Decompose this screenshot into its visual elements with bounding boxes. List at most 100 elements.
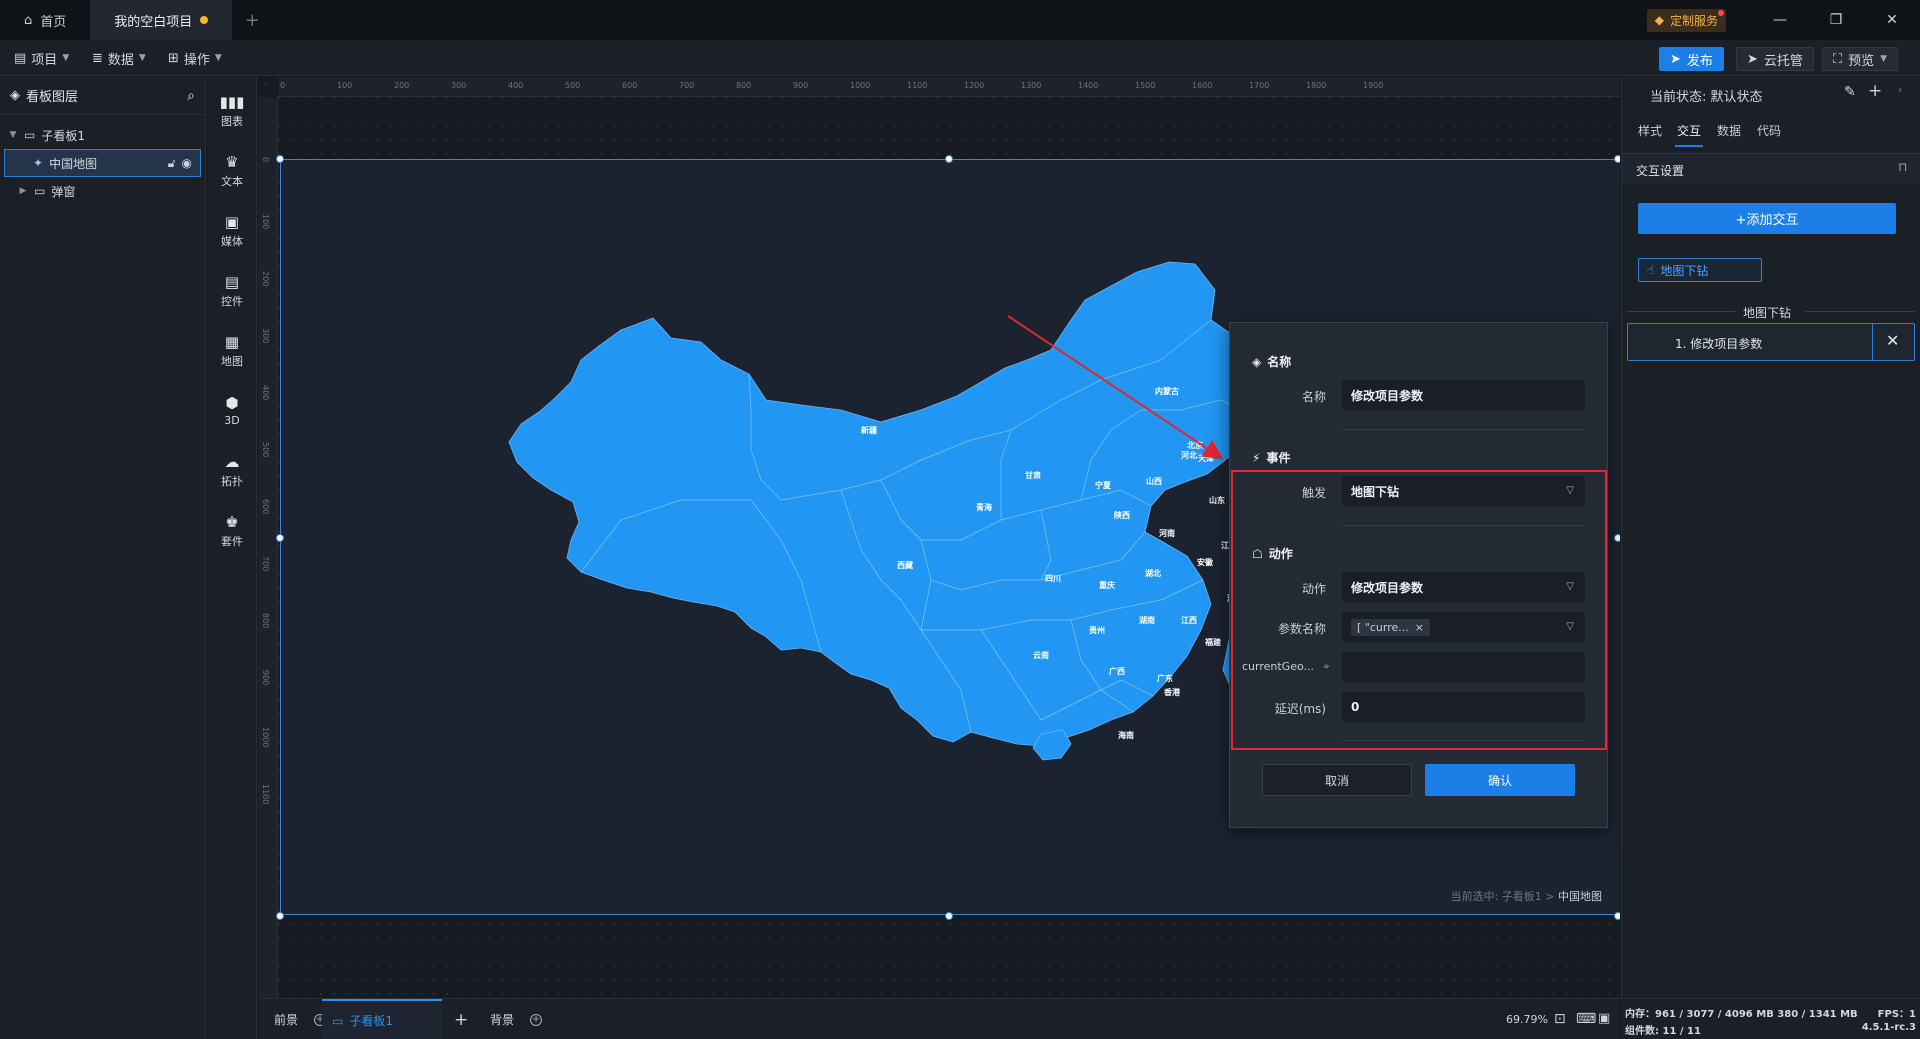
param-select[interactable]: [ "curre... × ▽ [1342,612,1585,642]
cancel-button[interactable]: 取消 [1262,764,1412,796]
close-window-button[interactable]: ✕ [1864,0,1920,40]
tool-controls[interactable]: ▤ 控件 [207,261,257,321]
cloud-hosting-button[interactable]: ➤ 云托管 [1736,47,1814,71]
name-input[interactable]: 修改项目参数 [1342,380,1585,410]
interaction-tag[interactable]: ☝︎ 地图下钻 [1638,258,1762,282]
tool-kit[interactable]: ♚ 套件 [207,501,257,561]
tool-label: 地图 [221,354,243,368]
unlock-icon[interactable]: 🔓︎ [168,156,176,171]
controls-icon: ▤ [224,272,240,291]
window-icon: ▭ [34,184,46,198]
pin-icon[interactable]: ⌖ [1323,659,1330,674]
layers-title: 看板图层 [26,90,79,105]
tag-close-icon[interactable]: × [1415,621,1424,634]
chevron-down-icon: ▼ [62,53,70,63]
tool-3d[interactable]: ⬢ 3D [207,381,257,441]
custom-service-button[interactable]: ◆ 定制服务 [1646,8,1726,32]
tab-data[interactable]: 数据 [1717,122,1741,139]
layer-row-popup[interactable]: ▶ ▭ 弹窗 [0,177,205,205]
tab-code[interactable]: 代码 [1757,122,1781,139]
tool-map[interactable]: ▦ 地图 [207,321,257,381]
tool-chart[interactable]: ▮▮▮ 图表 [207,81,257,141]
interaction-settings-header: 交互设置 ⊓ [1622,154,1920,184]
menu-data-label: 数据 [107,52,134,68]
publish-label: 发布 [1686,53,1713,69]
menu-operate[interactable]: ⊞ 操作 ▼ [168,40,222,76]
tab-home[interactable]: ⌂ 首页 [0,0,90,40]
trigger-value: 地图下钻 [1351,484,1400,499]
add-board-button[interactable]: + [454,999,468,1039]
memory-status: 内存：961 / 3077 / 4096 MB 380 / 1341 MB [1625,1009,1858,1020]
tool-label: 媒体 [221,234,243,248]
add-interaction-button[interactable]: +添加交互 [1638,203,1896,234]
zoom-value: 69.79% [1506,1013,1548,1026]
component-toolstrip: ▮▮▮ 图表 ♛ 文本 ▣ 媒体 ▤ 控件 ▦ 地图 ⬢ 3D ☁ 拓扑 ♚ 套件 [207,77,257,1039]
menu-data[interactable]: ≣ 数据 ▼ [92,40,146,76]
notification-dot-icon [1718,9,1724,16]
tool-text[interactable]: ♛ 文本 [207,141,257,201]
tab-board[interactable]: ▭ 子看板1 [322,999,442,1039]
bar-chart-icon: ▮▮▮ [219,92,245,111]
grid-icon: ⊞ [168,50,179,66]
action-label: 动作 [1301,582,1326,596]
publish-button[interactable]: ➤ 发布 [1659,47,1724,71]
tab-background[interactable]: 背景 + [480,999,552,1039]
monitor-icon: ▭ [24,128,36,142]
group-divider: 地图下钻 [1627,304,1915,320]
action-select[interactable]: 修改项目参数 ▽ [1342,572,1585,602]
group-title: 地图下钻 [1743,306,1792,320]
delay-input[interactable]: 0 [1342,692,1585,722]
layer-row-board[interactable]: ▼ ▭ 子看板1 [0,121,205,149]
terminal-icon[interactable]: ▣ [1598,1011,1610,1026]
tool-label: 控件 [221,294,243,308]
layer-row-china-map[interactable]: ✦ 中国地图 🔓︎ ◉ [4,149,201,177]
fit-screen-icon[interactable]: ⊡ [1554,1011,1566,1027]
search-icon[interactable]: ⌕ [187,88,195,104]
database-icon: ≣ [92,50,103,66]
trigger-select[interactable]: 地图下钻 ▽ [1342,476,1585,506]
tab-style[interactable]: 样式 [1638,122,1662,139]
tab-interaction[interactable]: 交互 [1674,122,1704,147]
tab-home-label: 首页 [40,14,67,30]
tool-media[interactable]: ▣ 媒体 [207,201,257,261]
interaction-dialog: ◈ 名称 名称 修改项目参数 ⚡︎ 事件 触发 地图下钻 ▽ ☖ 动作 动作 修… [1229,322,1608,828]
tool-label: 3D [224,414,240,427]
menu-project[interactable]: ▤ 项目 ▼ [14,40,69,76]
confirm-button[interactable]: 确认 [1425,764,1575,796]
chevron-down-icon: ▽ [1566,485,1574,496]
maximize-button[interactable]: ❐ [1808,0,1864,40]
minimize-button[interactable]: — [1752,0,1808,40]
action-item[interactable]: 1. 修改项目参数 ✕ [1627,323,1915,361]
edit-icon[interactable]: ✎ [1844,84,1856,100]
add-state-icon[interactable]: + [1868,81,1882,101]
tool-topology[interactable]: ☁ 拓扑 [207,441,257,501]
fps-status: FPS：1 [1877,1009,1916,1020]
eye-icon[interactable]: ◉ [182,156,192,170]
status-bar: 内存：961 / 3077 / 4096 MB 380 / 1341 MB FP… [1621,998,1920,1039]
tool-label: 图表 [221,114,243,128]
current-state: 当前状态: 默认状态 [1650,86,1763,105]
tab-label: 数据 [1717,124,1742,138]
tab-project-label: 我的空白项目 [114,14,193,30]
lock-icon[interactable]: ⊓ [1898,160,1907,174]
tab-label: 代码 [1757,124,1782,138]
add-circle-icon[interactable]: + [530,1013,543,1026]
cloud-hosting-label: 云托管 [1763,53,1803,69]
state-value: 默认状态 [1710,90,1763,105]
zoom-level[interactable]: 69.79% [1506,999,1548,1039]
new-tab-button[interactable]: + [232,0,272,40]
interaction-tag-label: 地图下钻 [1660,263,1709,278]
name-value: 修改项目参数 [1351,388,1424,403]
caret-right-icon[interactable]: ▶ [18,186,28,196]
preview-button[interactable]: ⛶ 预览 ▼ [1822,47,1899,71]
keyboard-icon[interactable]: ⌨ [1576,1011,1596,1027]
section-title: 交互设置 [1636,164,1685,178]
caret-down-icon[interactable]: ▼ [8,130,18,140]
preview-label: 预览 [1848,53,1875,69]
cursor-icon: ☝︎ [1647,263,1655,277]
remove-action-icon[interactable]: ✕ [1886,331,1899,350]
geo-input[interactable] [1342,652,1585,682]
divider [1342,429,1585,430]
tab-project[interactable]: 我的空白项目 [90,0,233,40]
chevron-right-icon[interactable]: › [1898,83,1902,96]
